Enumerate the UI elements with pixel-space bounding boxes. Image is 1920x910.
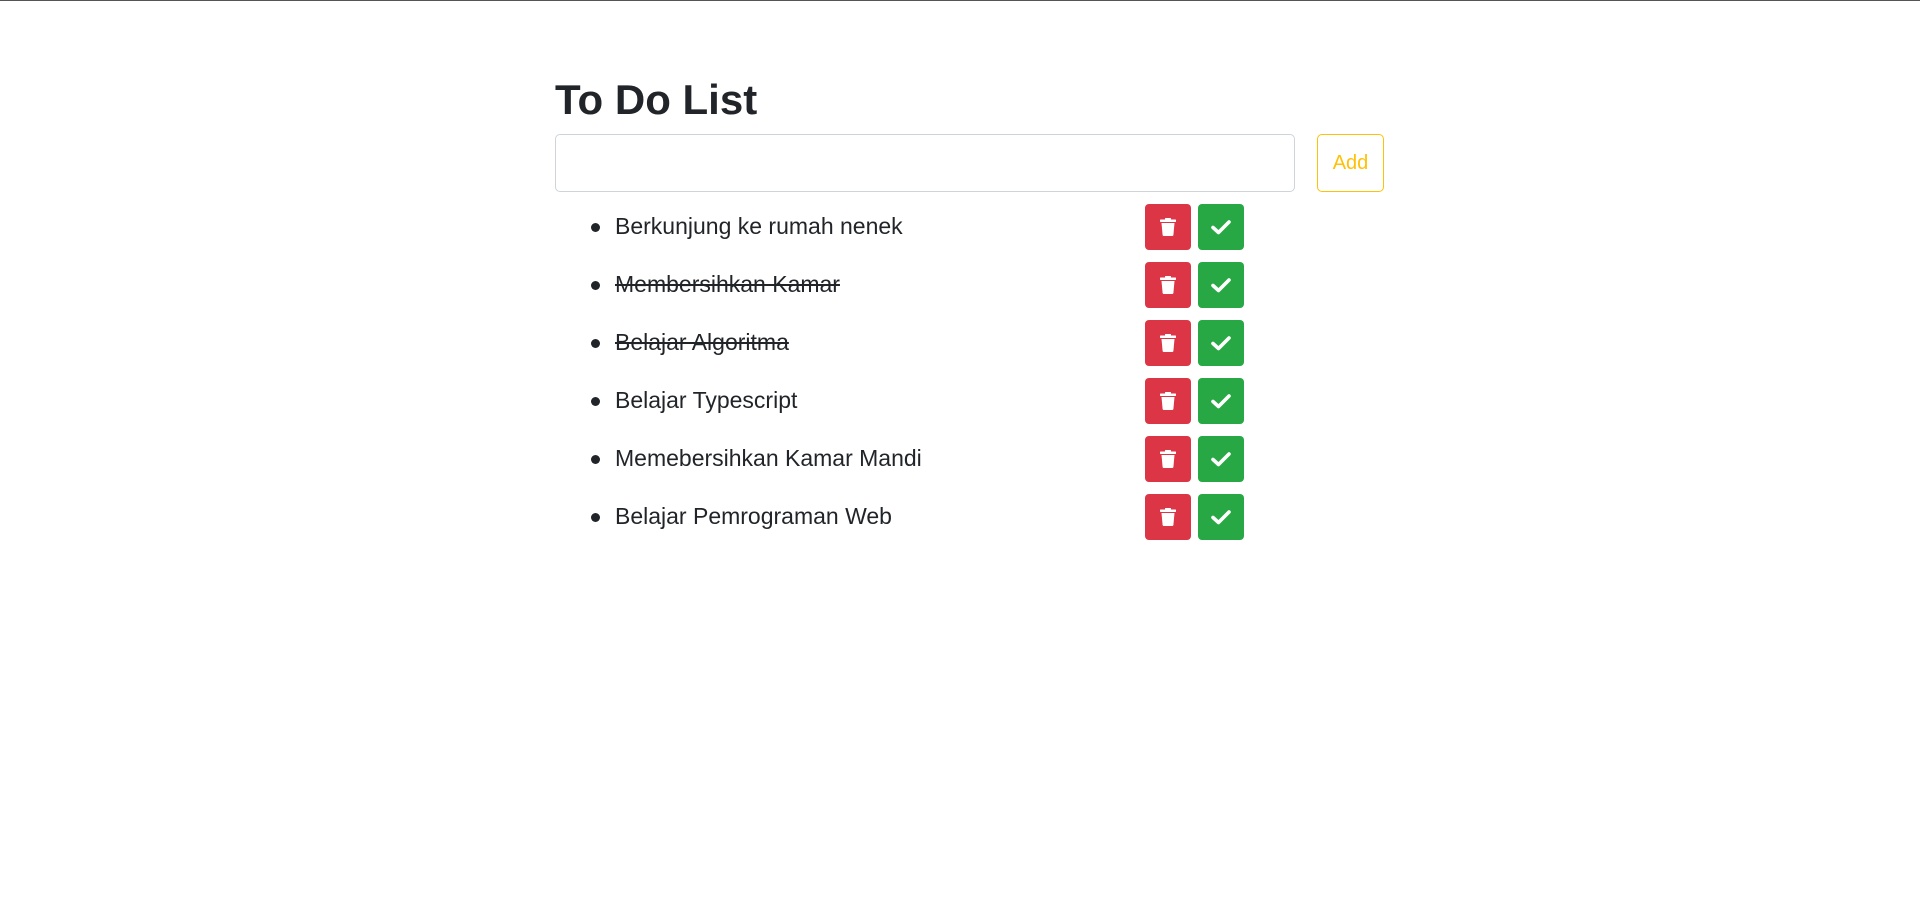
delete-button[interactable] <box>1145 378 1191 424</box>
list-item: Belajar Algoritma <box>555 320 1385 378</box>
complete-button[interactable] <box>1198 378 1244 424</box>
todo-text: Berkunjung ke rumah nenek <box>615 213 903 239</box>
trash-icon <box>1160 392 1176 410</box>
check-icon <box>1211 509 1231 525</box>
todo-list: Berkunjung ke rumah nenek Membersihkan K… <box>555 204 1385 552</box>
list-item: Berkunjung ke rumah nenek <box>555 204 1385 262</box>
todo-text: Belajar Algoritma <box>615 329 789 355</box>
item-actions <box>1145 494 1244 540</box>
trash-icon <box>1160 508 1176 526</box>
check-icon <box>1211 393 1231 409</box>
complete-button[interactable] <box>1198 262 1244 308</box>
delete-button[interactable] <box>1145 436 1191 482</box>
list-item: Membersihkan Kamar <box>555 262 1385 320</box>
trash-icon <box>1160 276 1176 294</box>
item-actions <box>1145 436 1244 482</box>
add-button[interactable]: Add <box>1317 134 1384 192</box>
bullet <box>591 455 600 464</box>
add-todo-form: Add <box>555 134 1385 192</box>
item-actions <box>1145 320 1244 366</box>
list-item: Memebersihkan Kamar Mandi <box>555 436 1385 494</box>
delete-button[interactable] <box>1145 262 1191 308</box>
item-actions <box>1145 262 1244 308</box>
bullet <box>591 223 600 232</box>
top-border <box>0 0 1920 1</box>
page-title: To Do List <box>555 76 758 123</box>
todo-text: Belajar Typescript <box>615 387 798 413</box>
complete-button[interactable] <box>1198 320 1244 366</box>
bullet <box>591 281 600 290</box>
item-actions <box>1145 378 1244 424</box>
check-icon <box>1211 335 1231 351</box>
trash-icon <box>1160 450 1176 468</box>
check-icon <box>1211 451 1231 467</box>
todo-text: Memebersihkan Kamar Mandi <box>615 445 922 471</box>
check-icon <box>1211 219 1231 235</box>
complete-button[interactable] <box>1198 204 1244 250</box>
bullet <box>591 339 600 348</box>
item-actions <box>1145 204 1244 250</box>
bullet <box>591 397 600 406</box>
delete-button[interactable] <box>1145 320 1191 366</box>
check-icon <box>1211 277 1231 293</box>
trash-icon <box>1160 334 1176 352</box>
bullet <box>591 513 600 522</box>
delete-button[interactable] <box>1145 494 1191 540</box>
complete-button[interactable] <box>1198 436 1244 482</box>
todo-input[interactable] <box>555 134 1295 192</box>
trash-icon <box>1160 218 1176 236</box>
list-item: Belajar Pemrograman Web <box>555 494 1385 552</box>
todo-text: Membersihkan Kamar <box>615 271 840 297</box>
todo-text: Belajar Pemrograman Web <box>615 503 892 529</box>
delete-button[interactable] <box>1145 204 1191 250</box>
complete-button[interactable] <box>1198 494 1244 540</box>
list-item: Belajar Typescript <box>555 378 1385 436</box>
todo-app: To Do List Add Berkunjung ke rumah nenek… <box>555 72 1385 552</box>
